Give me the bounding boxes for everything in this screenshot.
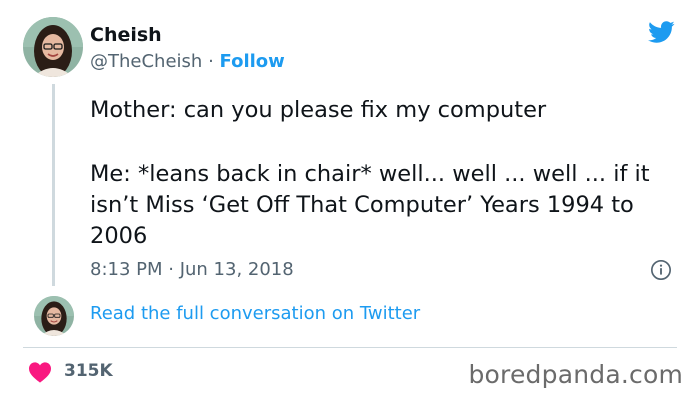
- reply-avatar[interactable]: [34, 296, 74, 336]
- author-name[interactable]: Cheish: [90, 24, 162, 46]
- handle-separator: ·: [208, 51, 214, 72]
- tweet-timestamp[interactable]: 8:13 PM · Jun 13, 2018: [90, 259, 294, 280]
- boredpanda-watermark: boredpanda.com: [468, 360, 683, 389]
- author-avatar-image: [23, 17, 83, 77]
- info-icon[interactable]: [650, 259, 672, 281]
- author-handle-row: @TheCheish · Follow: [90, 51, 285, 72]
- reply-avatar-image: [34, 296, 74, 336]
- author-handle[interactable]: @TheCheish: [90, 51, 202, 72]
- tweet-text-line-2: Me: *leans back in chair* well... well .…: [90, 161, 650, 249]
- footer-divider: [23, 347, 677, 348]
- embedded-tweet-card: Cheish @TheCheish · Follow Mother: can y…: [0, 0, 700, 400]
- tweet-text-line-1: Mother: can you please fix my computer: [90, 97, 547, 123]
- read-full-conversation-link[interactable]: Read the full conversation on Twitter: [90, 303, 420, 324]
- twitter-bird-icon[interactable]: [645, 18, 677, 46]
- author-avatar[interactable]: [23, 17, 83, 77]
- likes-count[interactable]: 315K: [64, 361, 113, 381]
- heart-icon[interactable]: [28, 361, 52, 383]
- tweet-body: Mother: can you please fix my computer M…: [90, 95, 680, 252]
- thread-connector-line: [52, 84, 55, 286]
- follow-button[interactable]: Follow: [220, 51, 285, 72]
